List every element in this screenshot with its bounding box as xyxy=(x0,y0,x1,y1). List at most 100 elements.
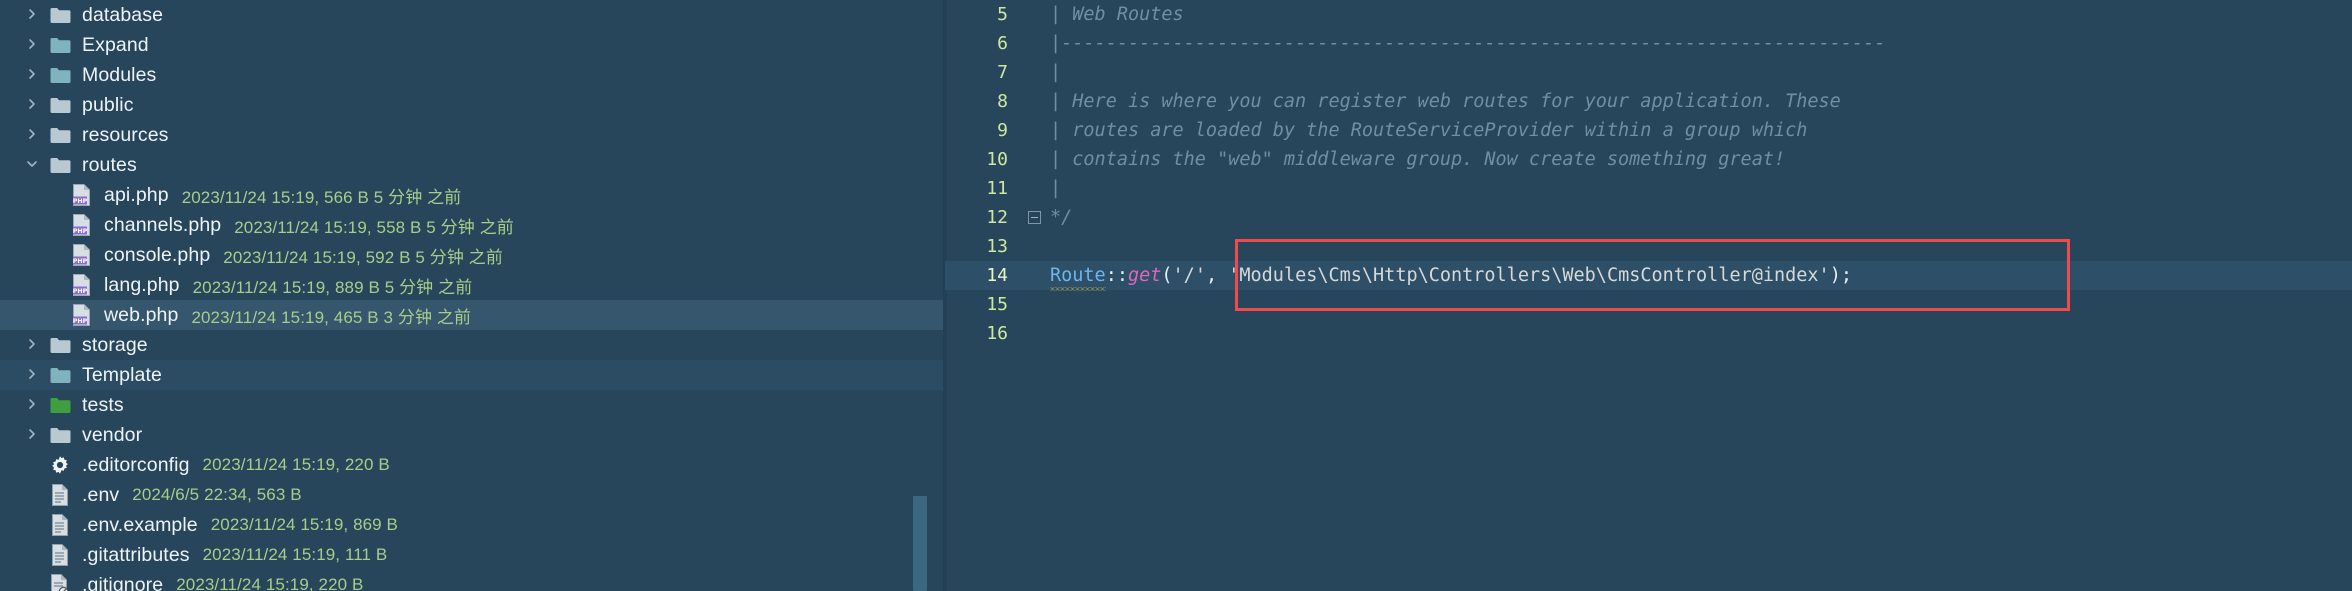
chevron-right-icon[interactable] xyxy=(20,338,46,352)
open-paren: ( xyxy=(1161,265,1173,286)
tree-file-row[interactable]: PHP channels.php 2023/11/24 15:19, 558 B 5… xyxy=(0,210,945,240)
folder-icon xyxy=(46,127,74,144)
svg-text:PHP: PHP xyxy=(73,288,88,295)
tree-file-row[interactable]: PHP console.php 2023/11/24 15:19, 592 B 5 … xyxy=(0,240,945,270)
tree-item-label: Expand xyxy=(82,33,149,56)
tree-file-row[interactable]: .gitignore 2023/11/24 15:19, 220 B xyxy=(0,570,945,591)
tree-item-label: channels.php xyxy=(104,213,222,236)
code-text: | xyxy=(1048,62,1061,83)
php-file-icon: PHP xyxy=(68,244,96,266)
code-text: */ xyxy=(1048,207,1072,228)
explorer-scrollbar-thumb[interactable] xyxy=(913,496,927,591)
class-reference-route: Route xyxy=(1050,265,1106,291)
tree-folder-row[interactable]: tests xyxy=(0,390,945,420)
tree-folder-row[interactable]: storage xyxy=(0,330,945,360)
tree-file-row[interactable]: PHP web.php 2023/11/24 15:19, 465 B 3 分钟 之… xyxy=(0,300,945,330)
gear-icon xyxy=(46,455,74,475)
file-explorer-panel[interactable]: database Expand Modules public resources rout… xyxy=(0,0,945,591)
tree-folder-row[interactable]: routes xyxy=(0,150,945,180)
tree-item-label: .env.example xyxy=(82,513,198,536)
tree-item-meta: 2023/11/24 15:19, 465 B 3 分钟 之前 xyxy=(191,307,472,327)
line-number: 7 xyxy=(997,62,1008,83)
code-line[interactable]: 6 |--------------------------------------… xyxy=(945,29,2352,58)
svg-text:PHP: PHP xyxy=(73,228,88,235)
line-number: 16 xyxy=(986,323,1008,344)
tree-item-label: vendor xyxy=(82,423,143,446)
php-file-icon: PHP xyxy=(68,214,96,236)
code-line[interactable]: 5 | Web Routes xyxy=(945,0,2352,29)
code-line[interactable]: 9 | routes are loaded by the RouteService… xyxy=(945,116,2352,145)
line-number: 14 xyxy=(986,265,1008,286)
code-line[interactable]: 15 xyxy=(945,290,2352,319)
tree-file-row[interactable]: PHP lang.php 2023/11/24 15:19, 889 B 5 分钟 … xyxy=(0,270,945,300)
line-number: 5 xyxy=(997,4,1008,25)
chevron-right-icon[interactable] xyxy=(20,98,46,112)
tree-item-meta: 2023/11/24 15:19, 111 B xyxy=(202,545,388,564)
tree-file-row[interactable]: PHP api.php 2023/11/24 15:19, 566 B 5 分钟 之… xyxy=(0,180,945,210)
tree-item-meta: 2023/11/24 15:19, 869 B xyxy=(210,515,398,534)
tree-item-meta: 2023/11/24 15:19, 558 B 5 分钟 之前 xyxy=(234,217,514,237)
tree-folder-row[interactable]: Template xyxy=(0,360,945,390)
code-text: | xyxy=(1048,178,1061,199)
chevron-right-icon[interactable] xyxy=(20,368,46,382)
code-line[interactable]: 13 xyxy=(945,232,2352,261)
line-number: 12 xyxy=(986,207,1008,228)
comment-text: | Here is where you can register web rou… xyxy=(1050,91,1841,112)
comment-text: */ xyxy=(1050,207,1073,228)
tree-item-label: api.php xyxy=(104,183,169,206)
code-line[interactable]: 16 xyxy=(945,319,2352,348)
code-line[interactable]: 14 Route::get('/', 'Modules\Cms\Http\Cont… xyxy=(945,261,2352,291)
chevron-right-icon[interactable] xyxy=(20,8,46,22)
tree-item-label: routes xyxy=(82,153,137,176)
tree-item-meta: 2023/11/24 15:19, 889 B 5 分钟 之前 xyxy=(192,277,473,297)
code-editor-panel[interactable]: 5 | Web Routes 6 |-------------------------… xyxy=(945,0,2352,591)
tree-folder-row[interactable]: resources xyxy=(0,120,945,150)
svg-text:PHP: PHP xyxy=(73,258,88,265)
fold-collapse-icon[interactable] xyxy=(1020,211,1048,224)
chevron-right-icon[interactable] xyxy=(20,68,46,82)
tree-item-label: .env xyxy=(82,483,120,506)
tree-item-label: Modules xyxy=(82,63,157,86)
arg-separator: , xyxy=(1205,265,1229,286)
code-line[interactable]: 11 | xyxy=(945,174,2352,203)
tree-item-label: resources xyxy=(82,123,169,146)
chevron-down-icon[interactable] xyxy=(20,158,46,172)
text-file-icon xyxy=(46,484,74,506)
line-number: 9 xyxy=(997,120,1008,141)
code-line[interactable]: 7 | xyxy=(945,58,2352,87)
tree-file-row[interactable]: .env.example 2023/11/24 15:19, 869 B xyxy=(0,510,945,540)
chevron-right-icon[interactable] xyxy=(20,428,46,442)
code-line[interactable]: 8 | Here is where you can register web ro… xyxy=(945,87,2352,116)
chevron-right-icon[interactable] xyxy=(20,38,46,52)
tree-item-meta: 2023/11/24 15:19, 220 B xyxy=(176,575,364,591)
chevron-right-icon[interactable] xyxy=(20,128,46,142)
tree-folder-row[interactable]: Modules xyxy=(0,60,945,90)
code-lines[interactable]: 5 | Web Routes 6 |-------------------------… xyxy=(945,0,2352,348)
chevron-right-icon[interactable] xyxy=(20,398,46,412)
tree-file-row[interactable]: .editorconfig 2023/11/24 15:19, 220 B xyxy=(0,450,945,480)
tree-file-row[interactable]: .gitattributes 2023/11/24 15:19, 111 B xyxy=(0,540,945,570)
line-number: 6 xyxy=(997,33,1008,54)
gitignore-file-icon xyxy=(46,574,74,591)
code-line[interactable]: 12 */ xyxy=(945,203,2352,232)
tree-file-row[interactable]: .env 2024/6/5 22:34, 563 B xyxy=(0,480,945,510)
tree-item-meta: 2024/6/5 22:34, 563 B xyxy=(132,485,302,504)
code-text: | Web Routes xyxy=(1048,4,1184,25)
code-line[interactable]: 10 | contains the "web" middleware group.… xyxy=(945,145,2352,174)
scope-operator: :: xyxy=(1105,265,1128,286)
tree-folder-row[interactable]: database xyxy=(0,0,945,30)
folder-icon xyxy=(46,397,74,414)
tree-item-meta: 2023/11/24 15:19, 220 B xyxy=(202,455,390,474)
folder-icon xyxy=(46,67,74,84)
tree-item-label: .editorconfig xyxy=(82,453,190,476)
string-arg-controller: 'Modules\Cms\Http\Controllers\Web\CmsCon… xyxy=(1228,265,1830,286)
tree-item-label: web.php xyxy=(104,303,179,326)
tree-folder-row[interactable]: Expand xyxy=(0,30,945,60)
folder-icon xyxy=(46,367,74,384)
ide-window: database Expand Modules public resources rout… xyxy=(0,0,2352,591)
line-number: 11 xyxy=(986,178,1008,199)
tree-folder-row[interactable]: vendor xyxy=(0,420,945,450)
file-tree[interactable]: database Expand Modules public resources rout… xyxy=(0,0,945,591)
tree-folder-row[interactable]: public xyxy=(0,90,945,120)
php-file-icon: PHP xyxy=(68,274,96,296)
